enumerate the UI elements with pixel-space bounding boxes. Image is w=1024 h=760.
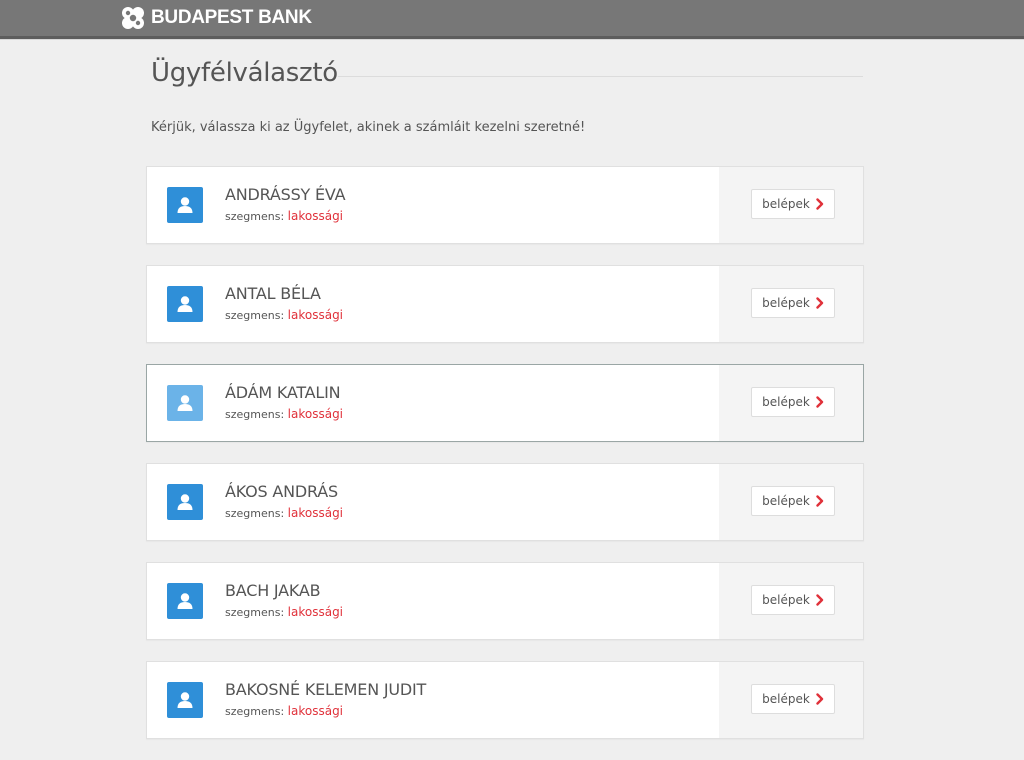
client-card[interactable]: BAKOSNÉ KELEMEN JUDIT szegmens: lakosság… — [146, 661, 864, 739]
action-panel: belépek — [719, 464, 863, 540]
action-panel: belépek — [719, 563, 863, 639]
chevron-right-icon — [816, 297, 824, 309]
budapest-bank-logo-icon — [122, 7, 144, 29]
page-title: Ügyfélválasztó — [151, 58, 338, 88]
chevron-right-icon — [816, 594, 824, 606]
segment-value: lakossági — [287, 704, 344, 718]
client-name: ANTAL BÉLA — [225, 284, 321, 303]
chevron-right-icon — [816, 396, 824, 408]
user-icon — [167, 484, 203, 520]
login-button-label: belépek — [762, 296, 810, 310]
brand-logo[interactable]: BUDAPEST BANK — [120, 6, 312, 30]
segment-value: lakossági — [287, 605, 344, 619]
segment-label: szegmens: — [225, 210, 285, 223]
chevron-right-icon — [816, 693, 824, 705]
login-button[interactable]: belépek — [751, 288, 835, 318]
login-button-label: belépek — [762, 395, 810, 409]
segment-value: lakossági — [287, 506, 344, 520]
login-button-label: belépek — [762, 593, 810, 607]
client-card[interactable]: ÁDÁM KATALIN szegmens: lakossági belépek — [146, 364, 864, 442]
top-bar: BUDAPEST BANK — [0, 0, 1024, 39]
client-name: ANDRÁSSY ÉVA — [225, 185, 346, 204]
user-icon — [167, 583, 203, 619]
user-icon — [167, 286, 203, 322]
login-button[interactable]: belépek — [751, 189, 835, 219]
user-icon — [167, 187, 203, 223]
client-segment: szegmens: lakossági — [225, 506, 343, 520]
client-name: BAKOSNÉ KELEMEN JUDIT — [225, 680, 427, 699]
login-button[interactable]: belépek — [751, 387, 835, 417]
action-panel: belépek — [719, 167, 863, 243]
client-segment: szegmens: lakossági — [225, 605, 343, 619]
user-icon — [167, 682, 203, 718]
user-icon — [167, 385, 203, 421]
segment-value: lakossági — [287, 209, 344, 223]
segment-label: szegmens: — [225, 507, 285, 520]
title-divider — [338, 76, 863, 77]
client-card[interactable]: ANDRÁSSY ÉVA szegmens: lakossági belépek — [146, 166, 864, 244]
client-segment: szegmens: lakossági — [225, 704, 343, 718]
intro-text: Kérjük, válassza ki az Ügyfelet, akinek … — [151, 120, 586, 135]
segment-value: lakossági — [287, 407, 344, 421]
segment-label: szegmens: — [225, 705, 285, 718]
brand-name: BUDAPEST BANK — [151, 7, 312, 28]
login-button[interactable]: belépek — [751, 684, 835, 714]
client-name: BACH JAKAB — [225, 581, 321, 600]
chevron-right-icon — [816, 495, 824, 507]
client-card[interactable]: ÁKOS ANDRÁS szegmens: lakossági belépek — [146, 463, 864, 541]
segment-label: szegmens: — [225, 606, 285, 619]
client-segment: szegmens: lakossági — [225, 308, 343, 322]
login-button-label: belépek — [762, 197, 810, 211]
segment-label: szegmens: — [225, 408, 285, 421]
client-card[interactable]: ANTAL BÉLA szegmens: lakossági belépek — [146, 265, 864, 343]
login-button[interactable]: belépek — [751, 585, 835, 615]
client-segment: szegmens: lakossági — [225, 407, 343, 421]
chevron-right-icon — [816, 198, 824, 210]
client-segment: szegmens: lakossági — [225, 209, 343, 223]
login-button[interactable]: belépek — [751, 486, 835, 516]
segment-value: lakossági — [287, 308, 344, 322]
client-name: ÁDÁM KATALIN — [225, 383, 341, 402]
action-panel: belépek — [719, 365, 863, 441]
segment-label: szegmens: — [225, 309, 285, 322]
client-list: ANDRÁSSY ÉVA szegmens: lakossági belépek… — [146, 166, 864, 760]
login-button-label: belépek — [762, 692, 810, 706]
login-button-label: belépek — [762, 494, 810, 508]
action-panel: belépek — [719, 662, 863, 738]
client-card[interactable]: BACH JAKAB szegmens: lakossági belépek — [146, 562, 864, 640]
client-name: ÁKOS ANDRÁS — [225, 482, 339, 501]
action-panel: belépek — [719, 266, 863, 342]
